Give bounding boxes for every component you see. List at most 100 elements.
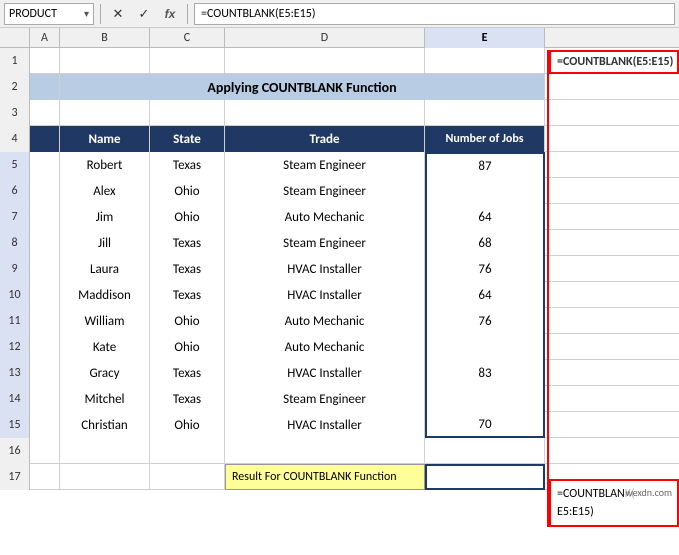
cell-a17[interactable]	[30, 464, 60, 490]
cell-c3[interactable]	[150, 100, 225, 126]
cell-c14[interactable]: Texas	[150, 386, 225, 412]
cell-d4[interactable]: Trade	[225, 126, 425, 152]
cell-result-label[interactable]: Result For COUNTBLANK Function	[225, 464, 425, 490]
cell-d10[interactable]: HVAC Installer	[225, 282, 425, 308]
cell-d12[interactable]: Auto Mechanic	[225, 334, 425, 360]
cell-e17[interactable]	[425, 464, 545, 490]
cell-b7[interactable]: Jim	[60, 204, 150, 230]
cell-title[interactable]: Applying COUNTBLANK Function	[60, 74, 545, 100]
cell-a7[interactable]	[30, 204, 60, 230]
cell-e5[interactable]: 87	[425, 152, 545, 178]
cell-b5[interactable]: Robert	[60, 152, 150, 178]
cell-c6[interactable]: Ohio	[150, 178, 225, 204]
cell-a8[interactable]	[30, 230, 60, 256]
cell-d13[interactable]: HVAC Installer	[225, 360, 425, 386]
name-box[interactable]: PRODUCT ▾	[4, 3, 94, 25]
cell-a16[interactable]	[30, 438, 60, 464]
cell-e6[interactable]	[425, 178, 545, 204]
cell-c13[interactable]: Texas	[150, 360, 225, 386]
cell-a1[interactable]	[30, 48, 60, 74]
cell-d7[interactable]: Auto Mechanic	[225, 204, 425, 230]
cell-b12[interactable]: Kate	[60, 334, 150, 360]
cell-a9[interactable]	[30, 256, 60, 282]
cell-a13[interactable]	[30, 360, 60, 386]
cell-a12[interactable]	[30, 334, 60, 360]
cell-d6[interactable]: Steam Engineer	[225, 178, 425, 204]
cell-b11[interactable]: William	[60, 308, 150, 334]
cell-c5[interactable]: Texas	[150, 152, 225, 178]
cell-a5[interactable]	[30, 152, 60, 178]
cell-e3[interactable]	[425, 100, 545, 126]
cell-a14[interactable]	[30, 386, 60, 412]
formula-icon-button[interactable]: fx	[159, 3, 181, 25]
cell-b16[interactable]	[60, 438, 150, 464]
cell-c1[interactable]	[150, 48, 225, 74]
col-header-a[interactable]: A	[30, 28, 60, 48]
cell-a2[interactable]	[30, 74, 60, 100]
row-11: 11 William Ohio Auto Mechanic 76	[0, 308, 679, 334]
cell-a3[interactable]	[30, 100, 60, 126]
cancel-button[interactable]: ✕	[107, 3, 129, 25]
row-15: 15 Christian Ohio HVAC Installer 70	[0, 412, 679, 438]
cell-e9[interactable]: 76	[425, 256, 545, 282]
cell-a10[interactable]	[30, 282, 60, 308]
cell-c12[interactable]: Ohio	[150, 334, 225, 360]
cell-d5[interactable]: Steam Engineer	[225, 152, 425, 178]
cell-b14[interactable]: Mitchel	[60, 386, 150, 412]
cell-d15[interactable]: HVAC Installer	[225, 412, 425, 438]
cell-e7[interactable]: 64	[425, 204, 545, 230]
cell-e11[interactable]: 76	[425, 308, 545, 334]
cell-b15[interactable]: Christian	[60, 412, 150, 438]
cell-d1[interactable]	[225, 48, 425, 74]
cell-d11[interactable]: Auto Mechanic	[225, 308, 425, 334]
cell-c17[interactable]	[150, 464, 225, 490]
cell-e16[interactable]	[425, 438, 545, 464]
cell-b6[interactable]: Alex	[60, 178, 150, 204]
cell-a11[interactable]	[30, 308, 60, 334]
cell-e13[interactable]: 83	[425, 360, 545, 386]
cell-b13[interactable]: Gracy	[60, 360, 150, 386]
formula-bar[interactable]: =COUNTBLANK(E5:E15)	[194, 3, 675, 25]
row-num-10: 10	[0, 282, 30, 308]
cell-c7[interactable]: Ohio	[150, 204, 225, 230]
row-2: 2 Applying COUNTBLANK Function	[0, 74, 679, 100]
cell-d3[interactable]	[225, 100, 425, 126]
row-num-2: 2	[0, 74, 30, 100]
row-num-5: 5	[0, 152, 30, 178]
cell-c4[interactable]: State	[150, 126, 225, 152]
col-header-b[interactable]: B	[60, 28, 150, 48]
cell-e10[interactable]: 64	[425, 282, 545, 308]
cell-e8[interactable]: 68	[425, 230, 545, 256]
col-header-d[interactable]: D	[225, 28, 425, 48]
cell-e15[interactable]: 70	[425, 412, 545, 438]
spreadsheet: A B C D E 1 2 Applying COUNTBLANK Functi…	[0, 28, 679, 555]
cell-a6[interactable]	[30, 178, 60, 204]
cell-b4[interactable]: Name	[60, 126, 150, 152]
cell-b3[interactable]	[60, 100, 150, 126]
cell-b10[interactable]: Maddison	[60, 282, 150, 308]
cell-c9[interactable]: Texas	[150, 256, 225, 282]
cell-e14[interactable]	[425, 386, 545, 412]
cell-a4[interactable]	[30, 126, 60, 152]
cell-c16[interactable]	[150, 438, 225, 464]
col-header-e[interactable]: E	[425, 28, 545, 48]
cell-d14[interactable]: Steam Engineer	[225, 386, 425, 412]
confirm-button[interactable]: ✓	[133, 3, 155, 25]
cell-d9[interactable]: HVAC Installer	[225, 256, 425, 282]
cell-b9[interactable]: Laura	[60, 256, 150, 282]
cell-b1[interactable]	[60, 48, 150, 74]
cell-a15[interactable]	[30, 412, 60, 438]
col-header-c[interactable]: C	[150, 28, 225, 48]
cell-c8[interactable]: Texas	[150, 230, 225, 256]
cell-c10[interactable]: Texas	[150, 282, 225, 308]
cell-e12[interactable]	[425, 334, 545, 360]
cell-c11[interactable]: Ohio	[150, 308, 225, 334]
cell-d16[interactable]	[225, 438, 425, 464]
cell-e4[interactable]: Number of Jobs	[425, 126, 545, 152]
row-num-8: 8	[0, 230, 30, 256]
cell-b8[interactable]: Jill	[60, 230, 150, 256]
cell-d8[interactable]: Steam Engineer	[225, 230, 425, 256]
cell-c15[interactable]: Ohio	[150, 412, 225, 438]
cell-b17[interactable]	[60, 464, 150, 490]
cell-e1[interactable]	[425, 48, 545, 74]
